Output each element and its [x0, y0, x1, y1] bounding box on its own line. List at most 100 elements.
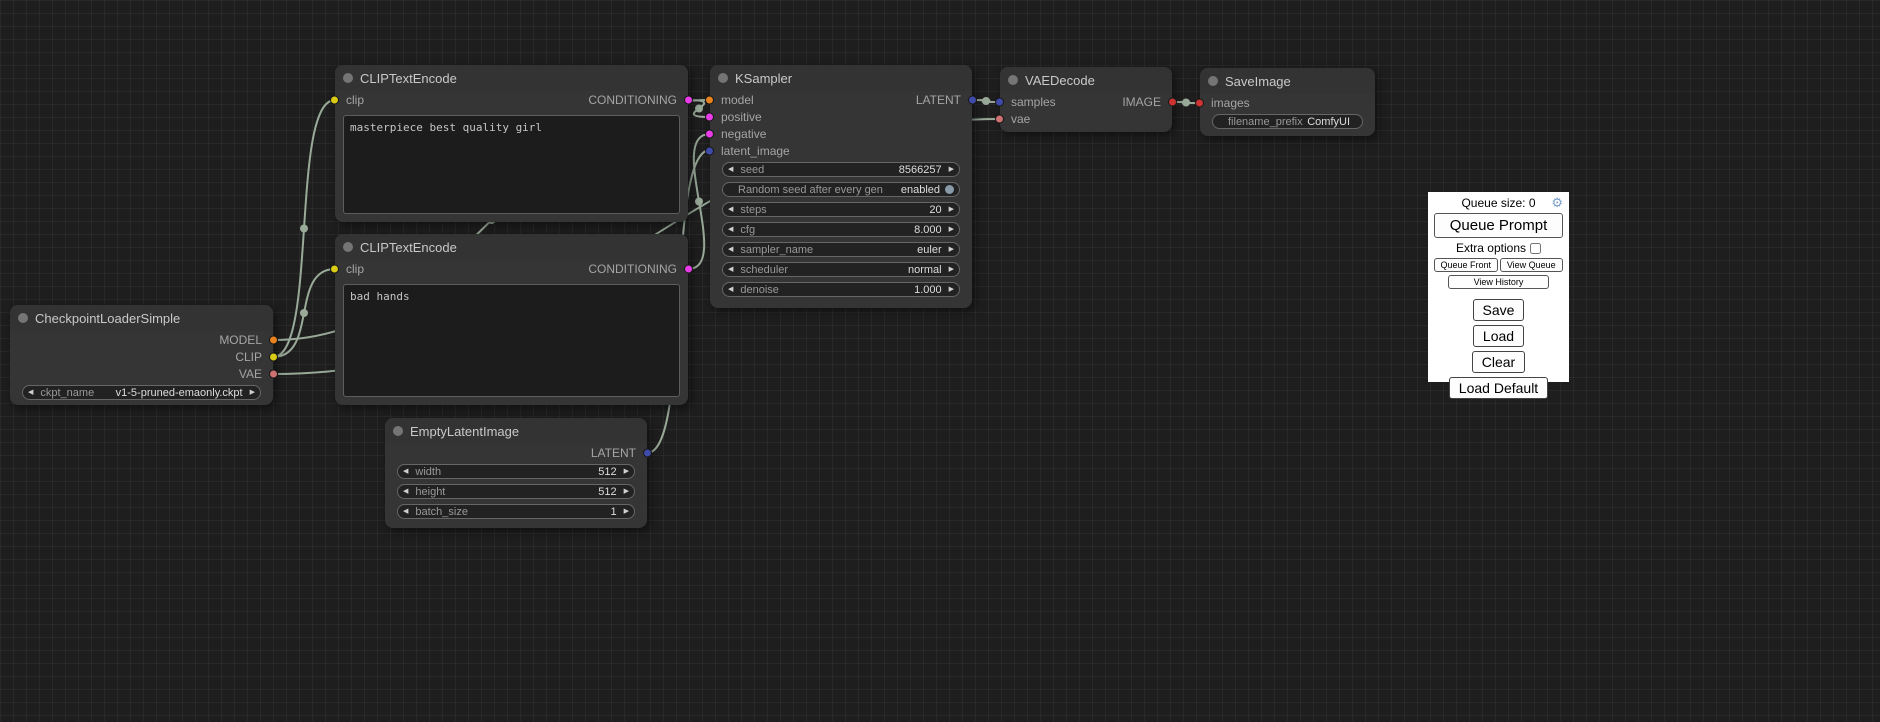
link-midpoint-dot-checkpoint-clip-to-negative-encode[interactable] — [300, 309, 308, 317]
node-ksampler[interactable]: KSampler model LATENT positive negative … — [710, 65, 972, 308]
queue-size-label: Queue size: 0 — [1434, 196, 1563, 210]
widget-width[interactable]: ◀ width 512 ▶ — [397, 464, 635, 479]
widget-batch-size[interactable]: ◀ batch_size 1 ▶ — [397, 504, 635, 519]
increment-arrow-icon[interactable]: ▶ — [949, 286, 954, 293]
widget-cfg[interactable]: ◀ cfg 8.000 ▶ — [722, 222, 960, 237]
node-status-dot-icon[interactable] — [343, 73, 353, 83]
output-label-clip: CLIP — [235, 350, 262, 364]
link-midpoint-dot-checkpoint-clip-to-positive-encode[interactable] — [300, 225, 308, 233]
widget-denoise[interactable]: ◀ denoise 1.000 ▶ — [722, 282, 960, 297]
decrement-arrow-icon[interactable]: ◀ — [728, 286, 733, 293]
node-title-bar[interactable]: KSampler — [710, 65, 972, 91]
increment-arrow-icon[interactable]: ▶ — [624, 468, 629, 475]
increment-arrow-icon[interactable]: ▶ — [949, 226, 954, 233]
port-vae-input[interactable] — [995, 114, 1004, 123]
decrement-arrow-icon[interactable]: ◀ — [403, 468, 408, 475]
port-image-output[interactable] — [1168, 97, 1177, 106]
widget-ckpt-name[interactable]: ◀ ckpt_name v1-5-pruned-emaonly.ckpt ▶ — [22, 385, 261, 400]
widget-scheduler[interactable]: ◀ scheduler normal ▶ — [722, 262, 960, 277]
port-samples-input[interactable] — [995, 97, 1004, 106]
node-title-bar[interactable]: CLIPTextEncode — [335, 234, 688, 260]
node-save-image[interactable]: SaveImage images filename_prefix ComfyUI — [1200, 68, 1375, 136]
decrement-arrow-icon[interactable]: ◀ — [403, 508, 408, 515]
node-status-dot-icon[interactable] — [18, 313, 28, 323]
input-label-samples: samples — [1011, 95, 1056, 109]
extra-options-checkbox[interactable] — [1530, 243, 1541, 254]
view-queue-button[interactable]: View Queue — [1500, 258, 1564, 272]
node-status-dot-icon[interactable] — [1208, 76, 1218, 86]
widget-value: 512 — [598, 466, 616, 478]
port-clip-input-positive[interactable] — [330, 95, 339, 104]
widget-label: denoise — [740, 284, 779, 296]
link-midpoint-dot-positive-conditioning-to-ksampler[interactable] — [695, 105, 703, 113]
slot-row: latent_image — [710, 142, 972, 159]
input-label-images: images — [1211, 96, 1250, 110]
increment-arrow-icon[interactable]: ▶ — [624, 488, 629, 495]
port-model-input[interactable] — [705, 95, 714, 104]
view-history-button[interactable]: View History — [1448, 275, 1549, 289]
next-value-arrow-icon[interactable]: ▶ — [250, 389, 255, 396]
next-value-arrow-icon[interactable]: ▶ — [949, 266, 954, 273]
node-title-bar[interactable]: SaveImage — [1200, 68, 1375, 94]
slot-row: samples IMAGE — [1000, 93, 1172, 110]
node-title-bar[interactable]: EmptyLatentImage — [385, 418, 647, 444]
link-midpoint-dot-vaedecode-image-to-saveimage[interactable] — [1182, 99, 1190, 107]
widget-value: enabled — [901, 184, 940, 196]
link-midpoint-dot-ksampler-latent-to-vaedecode[interactable] — [982, 97, 990, 105]
widget-label: scheduler — [740, 264, 788, 276]
port-latent-output-empty[interactable] — [643, 448, 652, 457]
port-vae-output[interactable] — [269, 369, 278, 378]
prev-value-arrow-icon[interactable]: ◀ — [728, 246, 733, 253]
port-model-output[interactable] — [269, 335, 278, 344]
decrement-arrow-icon[interactable]: ◀ — [403, 488, 408, 495]
node-clip-text-encode-negative[interactable]: CLIPTextEncode clip CONDITIONING bad han… — [335, 234, 688, 405]
node-status-dot-icon[interactable] — [1008, 75, 1018, 85]
load-button[interactable]: Load — [1473, 325, 1524, 347]
increment-arrow-icon[interactable]: ▶ — [949, 166, 954, 173]
widget-sampler-name[interactable]: ◀ sampler_name euler ▶ — [722, 242, 960, 257]
link-midpoint-dot-negative-conditioning-to-ksampler[interactable] — [695, 198, 703, 206]
node-title-bar[interactable]: CLIPTextEncode — [335, 65, 688, 91]
settings-gear-icon[interactable]: ⚙ — [1551, 195, 1563, 211]
port-negative-input[interactable] — [705, 129, 714, 138]
negative-prompt-textarea[interactable]: bad hands — [343, 284, 680, 397]
node-empty-latent-image[interactable]: EmptyLatentImage LATENT ◀ width 512 ▶ ◀ … — [385, 418, 647, 528]
node-checkpoint-loader-simple[interactable]: CheckpointLoaderSimple MODEL CLIP VAE ◀ … — [10, 305, 273, 405]
node-status-dot-icon[interactable] — [343, 242, 353, 252]
node-title-bar[interactable]: VAEDecode — [1000, 67, 1172, 93]
increment-arrow-icon[interactable]: ▶ — [624, 508, 629, 515]
next-value-arrow-icon[interactable]: ▶ — [949, 246, 954, 253]
queue-front-button[interactable]: Queue Front — [1434, 258, 1498, 272]
node-status-dot-icon[interactable] — [393, 426, 403, 436]
node-vae-decode[interactable]: VAEDecode samples IMAGE vae — [1000, 67, 1172, 132]
prev-value-arrow-icon[interactable]: ◀ — [28, 389, 33, 396]
node-clip-text-encode-positive[interactable]: CLIPTextEncode clip CONDITIONING masterp… — [335, 65, 688, 222]
port-positive-input[interactable] — [705, 112, 714, 121]
slot-row: LATENT — [385, 444, 647, 461]
port-clip-input-negative[interactable] — [330, 264, 339, 273]
decrement-arrow-icon[interactable]: ◀ — [728, 206, 733, 213]
port-conditioning-output-negative[interactable] — [684, 264, 693, 273]
positive-prompt-textarea[interactable]: masterpiece best quality girl — [343, 115, 680, 214]
widget-seed[interactable]: ◀ seed 8566257 ▶ — [722, 162, 960, 177]
widget-height[interactable]: ◀ height 512 ▶ — [397, 484, 635, 499]
node-title-bar[interactable]: CheckpointLoaderSimple — [10, 305, 273, 331]
port-clip-output[interactable] — [269, 352, 278, 361]
port-images-input[interactable] — [1195, 98, 1204, 107]
node-status-dot-icon[interactable] — [718, 73, 728, 83]
widget-random-seed-toggle[interactable]: Random seed after every gen enabled — [722, 182, 960, 197]
widget-filename-prefix[interactable]: filename_prefix ComfyUI — [1212, 114, 1363, 129]
queue-prompt-button[interactable]: Queue Prompt — [1434, 213, 1563, 238]
decrement-arrow-icon[interactable]: ◀ — [728, 166, 733, 173]
clear-button[interactable]: Clear — [1472, 351, 1525, 373]
decrement-arrow-icon[interactable]: ◀ — [728, 226, 733, 233]
widget-steps[interactable]: ◀ steps 20 ▶ — [722, 202, 960, 217]
toggle-indicator-icon[interactable] — [945, 185, 954, 194]
save-button[interactable]: Save — [1473, 299, 1525, 321]
port-conditioning-output-positive[interactable] — [684, 95, 693, 104]
port-latent-output-ksampler[interactable] — [968, 95, 977, 104]
increment-arrow-icon[interactable]: ▶ — [949, 206, 954, 213]
port-latent-image-input[interactable] — [705, 146, 714, 155]
load-default-button[interactable]: Load Default — [1449, 377, 1548, 399]
prev-value-arrow-icon[interactable]: ◀ — [728, 266, 733, 273]
